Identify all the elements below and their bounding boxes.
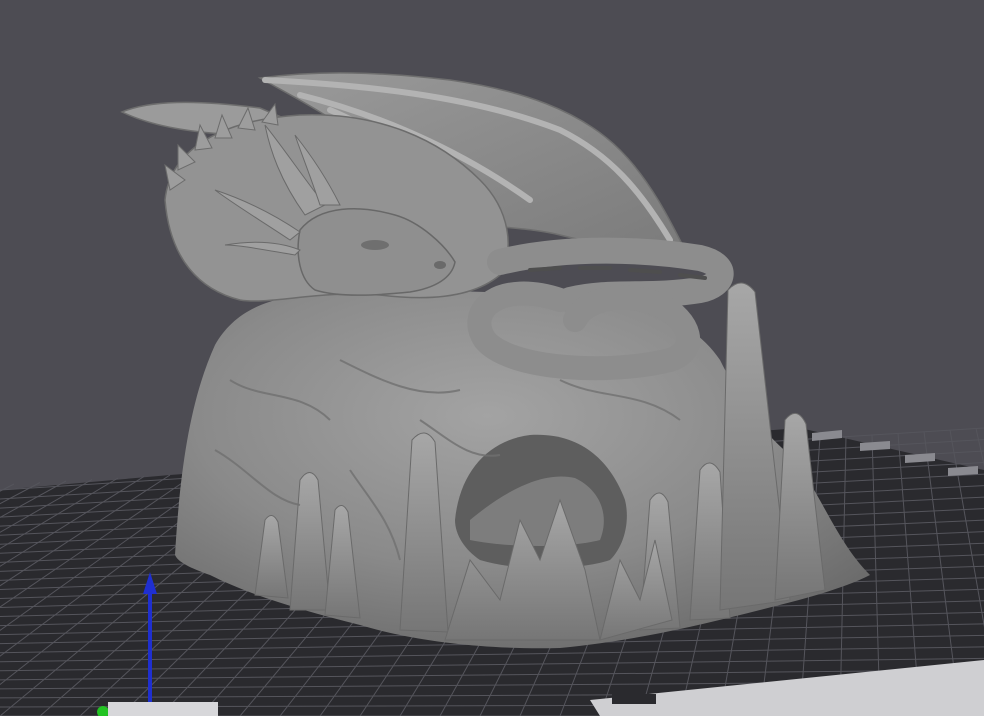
dragon-on-rock-model[interactable] (120, 72, 870, 649)
dragon-eye (361, 240, 389, 250)
bed-corner-label (108, 702, 218, 716)
printer-bed-logo-icon (612, 694, 656, 704)
scene-canvas[interactable] (0, 0, 984, 716)
dragon-nostril (434, 261, 446, 269)
3d-viewport[interactable] (0, 0, 984, 716)
